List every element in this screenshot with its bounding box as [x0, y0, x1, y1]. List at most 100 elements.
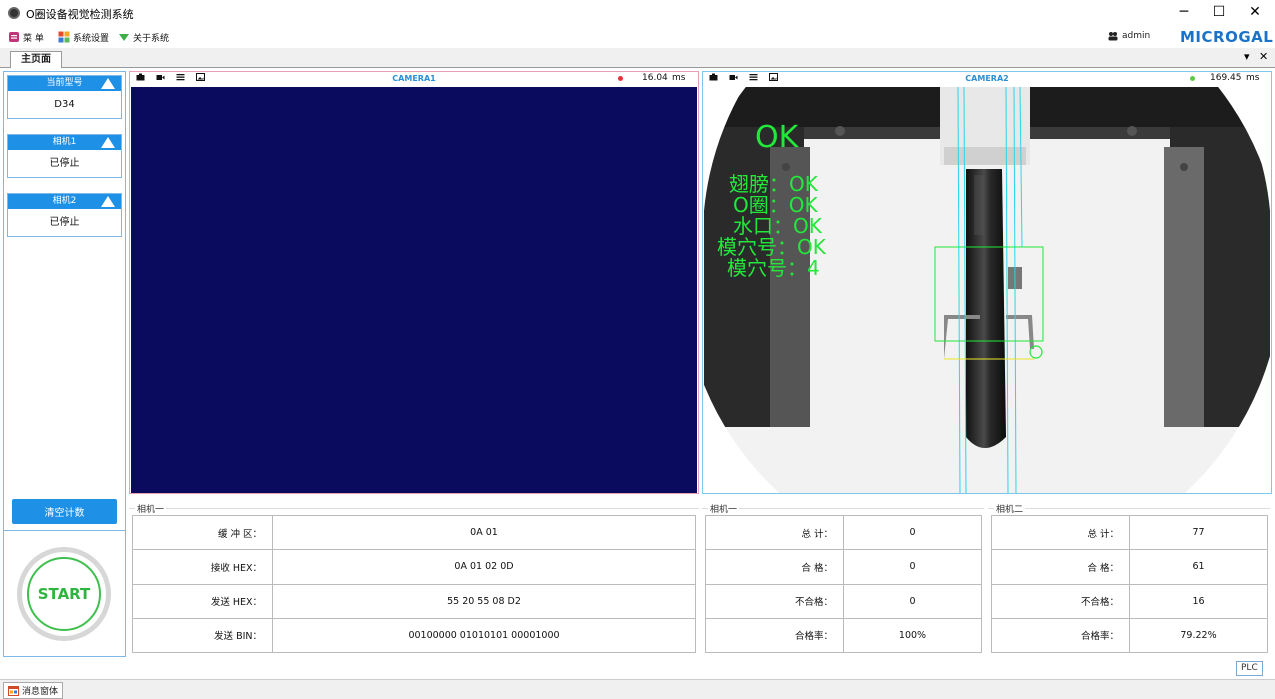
camera1-card: 相机1 已停止 — [7, 134, 122, 178]
camera1-panel: CAMERA1 16.04 ms — [129, 71, 699, 494]
comm-value: 00100000 01010101 00001000 — [272, 617, 696, 654]
stat-value: 61 — [1129, 549, 1268, 585]
stats1-group-title: 相机一 — [708, 502, 740, 515]
stat-value: 0 — [843, 583, 982, 619]
work-area: 当前型号 D34 相机1 已停止 相机2 已停止 清空计数 START CAME… — [0, 68, 1275, 679]
stat-value: 79.22% — [1129, 617, 1268, 654]
stats-camera1-group: 相机一 总 计： 0 合 格： 0 不合格： 0 合格率： 100% — [702, 502, 984, 658]
stat-value: 0 — [843, 514, 982, 551]
comm-label: 发送 HEX： — [132, 583, 273, 619]
left-panel: 当前型号 D34 相机1 已停止 相机2 已停止 清空计数 START — [3, 71, 126, 657]
brand-logo: MICROGAL — [1180, 28, 1274, 46]
stat-label: 总 计： — [991, 514, 1130, 551]
title-bar: O圈设备视觉检测系统 ─ ☐ ✕ — [0, 0, 1275, 26]
comm-label: 缓 冲 区： — [132, 514, 273, 551]
stat-value: 100% — [843, 617, 982, 654]
user-area[interactable]: admin — [1108, 31, 1150, 41]
plc-indicator: PLC — [1236, 661, 1263, 676]
maximize-button[interactable]: ☐ — [1201, 0, 1237, 26]
camera2-panel: CAMERA2 169.45 ms OK 翅膀：OK O圈：OK 水口：OK 模… — [702, 71, 1272, 494]
message-window-tab[interactable]: 消息窗体 — [3, 682, 64, 699]
menu-item-label: 系统设置 — [73, 33, 110, 44]
table-row: 不合格： 16 — [991, 583, 1268, 619]
message-window-icon — [8, 685, 19, 696]
model-value: D34 — [54, 99, 75, 110]
table-row: 不合格： 0 — [705, 583, 982, 619]
stat-label: 合 格： — [705, 549, 844, 585]
menu-item-label: 菜 单 — [23, 33, 44, 44]
table-row: 合 格： 0 — [705, 549, 982, 585]
stat-label: 合格率： — [991, 617, 1130, 654]
tab-close-button[interactable]: ✕ — [1259, 50, 1268, 63]
menu-item-settings[interactable]: 系统设置 — [58, 30, 109, 44]
camera1-title: CAMERA1 — [392, 74, 436, 83]
comm-value: 55 20 55 08 D2 — [272, 583, 696, 619]
settings-grid-icon — [58, 31, 70, 43]
menu-item-menu[interactable]: 菜 单 — [8, 30, 44, 44]
stat-label: 合 格： — [991, 549, 1130, 585]
divider — [4, 530, 125, 531]
table-row: 合格率： 100% — [705, 617, 982, 654]
group-border — [702, 508, 984, 509]
comm-group: 相机一 缓 冲 区： 0A 01 接收 HEX： 0A 01 02 0D 发送 … — [129, 502, 699, 658]
table-row: 发送 BIN： 00100000 01010101 00001000 — [132, 617, 696, 654]
triangle-up-icon[interactable] — [101, 78, 115, 89]
camera1-header: CAMERA1 16.04 ms — [130, 72, 698, 86]
overlay-line: 翅膀：OK — [729, 172, 818, 196]
triangle-up-icon[interactable] — [101, 137, 115, 148]
stat-label: 不合格： — [991, 583, 1130, 619]
table-row: 合 格： 61 — [991, 549, 1268, 585]
tab-main-page[interactable]: 主页面 — [10, 51, 62, 68]
table-row: 接收 HEX： 0A 01 02 0D — [132, 549, 696, 585]
triangle-up-icon[interactable] — [101, 196, 115, 207]
start-label: START — [27, 557, 101, 631]
card-title: 当前型号 — [46, 78, 83, 88]
camera1-status: 已停止 — [49, 158, 80, 169]
close-button[interactable]: ✕ — [1237, 0, 1273, 26]
comm-table: 缓 冲 区： 0A 01 接收 HEX： 0A 01 02 0D 发送 HEX：… — [132, 514, 696, 654]
camera2-status-dot — [1190, 76, 1195, 81]
stat-label: 不合格： — [705, 583, 844, 619]
menu-icon — [9, 32, 19, 42]
minimize-button[interactable]: ─ — [1166, 0, 1202, 26]
stats-camera2-group: 相机二 总 计： 77 合 格： 61 不合格： 16 合格率： 79.22% — [988, 502, 1270, 658]
card-header[interactable]: 相机2 — [8, 194, 121, 209]
camera1-feed[interactable] — [131, 87, 697, 493]
camera1-time: 16.04 — [642, 73, 668, 83]
stat-value: 0 — [843, 549, 982, 585]
table-row: 总 计： 0 — [705, 514, 982, 551]
camera2-title: CAMERA2 — [965, 74, 1009, 83]
card-header[interactable]: 相机1 — [8, 135, 121, 150]
comm-value: 0A 01 — [272, 514, 696, 551]
overlay-line: 模穴号：OK — [717, 235, 826, 259]
menu-item-about[interactable]: 关于系统 — [118, 30, 169, 44]
overlay-line: 水口：OK — [733, 214, 822, 238]
start-ring: START — [22, 552, 106, 636]
model-card: 当前型号 D34 — [7, 75, 122, 119]
card-title: 相机1 — [52, 137, 77, 147]
comm-value: 0A 01 02 0D — [272, 549, 696, 585]
stats1-table: 总 计： 0 合 格： 0 不合格： 0 合格率： 100% — [705, 514, 982, 654]
menu-bar: 菜 单 系统设置 关于系统 admin MICROGAL — [0, 26, 1275, 48]
start-button[interactable]: START — [17, 547, 111, 641]
tab-dropdown-button[interactable]: ▾ — [1244, 50, 1250, 63]
stat-value: 77 — [1129, 514, 1268, 551]
user-group-icon — [1108, 32, 1118, 41]
message-window-label: 消息窗体 — [22, 687, 59, 697]
stats2-table: 总 计： 77 合 格： 61 不合格： 16 合格率： 79.22% — [991, 514, 1268, 654]
camera1-status-dot — [618, 76, 623, 81]
camera2-overlay-result: OK — [755, 120, 799, 155]
camera2-status: 已停止 — [49, 217, 80, 228]
stat-value: 16 — [1129, 583, 1268, 619]
clear-count-button[interactable]: 清空计数 — [12, 499, 117, 524]
group-border — [129, 508, 699, 509]
stat-label: 合格率： — [705, 617, 844, 654]
menu-item-label: 关于系统 — [133, 33, 170, 44]
stat-label: 总 计： — [705, 514, 844, 551]
card-header[interactable]: 当前型号 — [8, 76, 121, 91]
camera2-time: 169.45 — [1210, 73, 1242, 83]
camera2-time-unit: ms — [1246, 73, 1260, 83]
table-row: 合格率： 79.22% — [991, 617, 1268, 654]
camera2-header: CAMERA2 169.45 ms — [703, 72, 1271, 86]
stats2-group-title: 相机二 — [994, 502, 1026, 515]
